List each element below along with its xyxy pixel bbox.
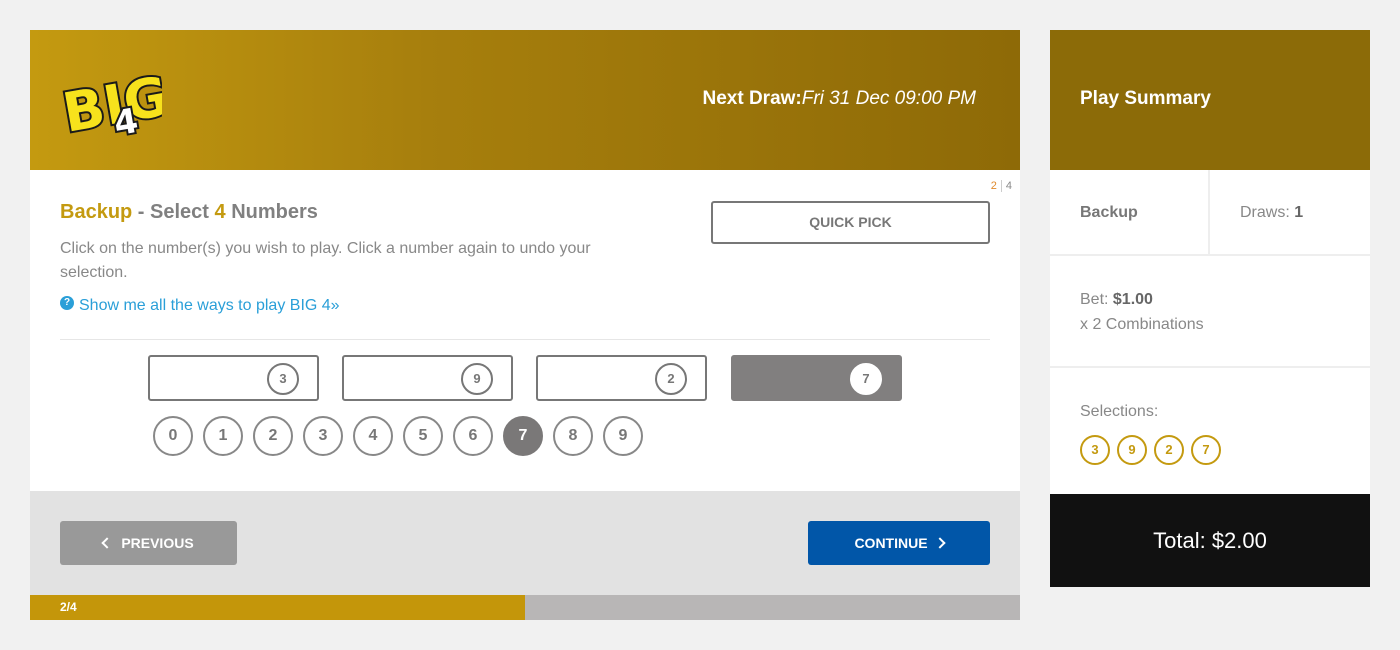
title-game: Backup <box>60 201 133 223</box>
summary-total: Total: $2.00 <box>1050 494 1370 587</box>
number-slot-4[interactable]: 7 <box>731 355 902 401</box>
next-draw-label: Next Draw: <box>702 88 802 109</box>
title-tail: Numbers <box>225 201 318 223</box>
number-button-8[interactable]: 8 <box>553 416 593 456</box>
chevron-right-icon <box>933 537 946 549</box>
next-draw-value: Fri 31 Dec 09:00 PM <box>801 88 976 109</box>
play-summary: Play Summary Backup Draws: 1 Bet: $1.00 … <box>1050 30 1370 587</box>
number-button-6[interactable]: 6 <box>453 416 493 456</box>
continue-label: CONTINUE <box>854 535 928 551</box>
number-slot-2[interactable]: 9 <box>342 355 513 401</box>
summary-bet: Bet: $1.00 <box>1080 291 1153 309</box>
page-title: Backup - Select 4 Numbers <box>60 201 318 224</box>
step-indicator: 24 <box>990 180 1012 192</box>
draws-label: Draws: <box>1240 204 1295 221</box>
summary-game-row: Backup Draws: 1 <box>1050 170 1370 256</box>
summary-bet-row: Bet: $1.00 x 2 Combinations <box>1050 258 1370 368</box>
bet-value: $1.00 <box>1112 291 1153 308</box>
number-button-5[interactable]: 5 <box>403 416 443 456</box>
divider <box>60 339 990 340</box>
progress-bar: 2/4 <box>30 595 1020 620</box>
selection-ball: 7 <box>1191 435 1221 465</box>
summary-selections-row: Selections: 3 9 2 7 <box>1050 370 1370 494</box>
step-total: 4 <box>1005 180 1012 192</box>
progress-label: 2/4 <box>60 600 77 614</box>
help-link-text[interactable]: Show me all the ways to play BIG 4» <box>79 297 340 314</box>
number-button-1[interactable]: 1 <box>203 416 243 456</box>
summary-title: Play Summary <box>1080 88 1211 109</box>
slot-ball: 9 <box>461 363 493 395</box>
summary-draws: Draws: 1 <box>1240 204 1303 222</box>
summary-game: Backup <box>1080 204 1138 221</box>
number-button-7[interactable]: 7 <box>503 416 543 456</box>
selection-ball: 9 <box>1117 435 1147 465</box>
number-slot-3[interactable]: 2 <box>536 355 707 401</box>
previous-button[interactable]: PREVIOUS <box>60 521 237 565</box>
bet-label: Bet: <box>1080 291 1113 308</box>
summary-combinations: x 2 Combinations <box>1080 316 1204 333</box>
slot-ball: 3 <box>267 363 299 395</box>
quick-pick-button[interactable]: QUICK PICK <box>711 201 990 244</box>
title-dash: - Select <box>132 201 215 223</box>
help-icon: ? <box>60 296 74 310</box>
selections-label: Selections: <box>1080 403 1159 420</box>
slot-ball: 7 <box>850 363 882 395</box>
slot-ball: 2 <box>655 363 687 395</box>
summary-header: Play Summary <box>1050 30 1370 170</box>
nav-footer: PREVIOUS CONTINUE <box>30 491 1020 595</box>
draws-value: 1 <box>1294 204 1304 221</box>
next-draw: Next Draw:Fri 31 Dec 09:00 PM <box>703 88 977 110</box>
number-slot-1[interactable]: 3 <box>148 355 319 401</box>
number-button-3[interactable]: 3 <box>303 416 343 456</box>
chevron-left-icon <box>101 537 113 549</box>
play-panel: BIG 4 Next Draw:Fri 31 Dec 09:00 PM 24 B… <box>30 30 1020 620</box>
progress-fill <box>30 595 525 620</box>
selection-ball: 2 <box>1154 435 1184 465</box>
selection-ball: 3 <box>1080 435 1110 465</box>
number-button-2[interactable]: 2 <box>253 416 293 456</box>
previous-label: PREVIOUS <box>121 535 194 551</box>
number-button-4[interactable]: 4 <box>353 416 393 456</box>
continue-button[interactable]: CONTINUE <box>808 521 990 565</box>
number-button-9[interactable]: 9 <box>603 416 643 456</box>
instructions: Click on the number(s) you wish to play.… <box>60 240 591 281</box>
big4-logo: BIG 4 <box>58 62 162 142</box>
game-header: BIG 4 Next Draw:Fri 31 Dec 09:00 PM <box>30 30 1020 170</box>
number-button-0[interactable]: 0 <box>153 416 193 456</box>
help-link[interactable]: ? Show me all the ways to play BIG 4» <box>60 296 340 315</box>
svg-text:BIG: BIG <box>58 64 162 142</box>
title-count: 4 <box>214 201 226 223</box>
step-current: 2 <box>990 180 1002 192</box>
